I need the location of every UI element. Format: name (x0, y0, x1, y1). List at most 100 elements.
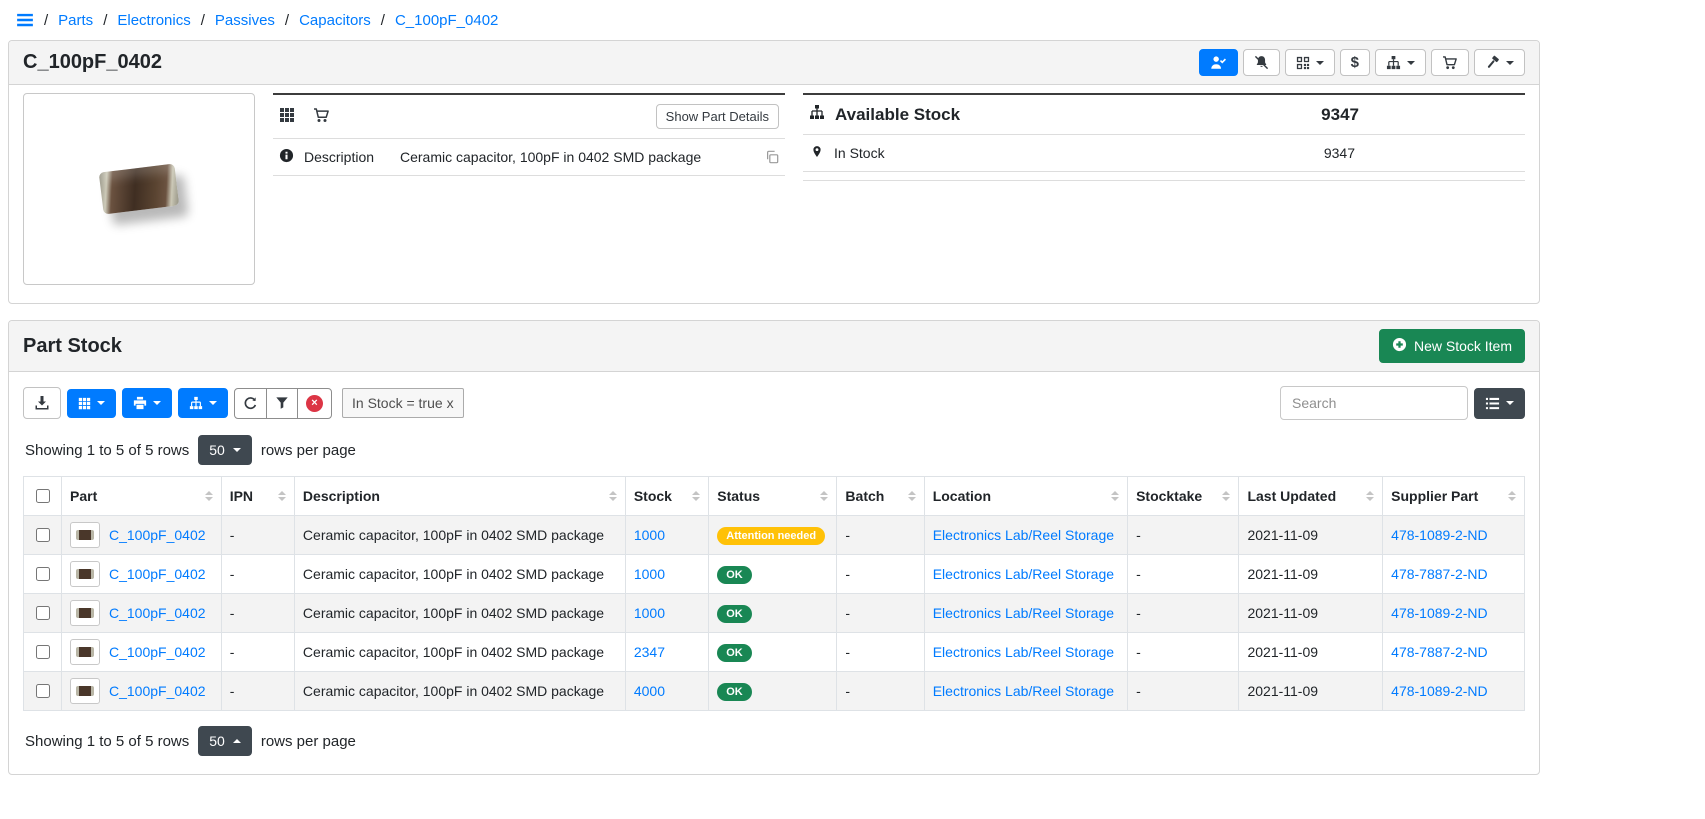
stock-options-dropdown-button[interactable] (178, 388, 228, 418)
row-checkbox[interactable] (36, 684, 50, 698)
filter-tag-remove[interactable]: x (447, 395, 454, 411)
supplier-part-link[interactable]: 478-7887-2-ND (1391, 566, 1488, 582)
breadcrumb-link-parts[interactable]: Parts (58, 12, 93, 29)
chevron-down-icon (233, 448, 241, 452)
sort-icon (609, 491, 617, 501)
barcode-actions-button[interactable] (1285, 49, 1335, 76)
stock-link[interactable]: 1000 (634, 566, 665, 582)
bell-slash-icon (1254, 55, 1269, 70)
pagination-summary: Showing 1 to 5 of 5 rows (25, 442, 189, 459)
location-link[interactable]: Electronics Lab/Reel Storage (933, 683, 1114, 699)
sort-icon (1508, 491, 1516, 501)
print-dropdown-button[interactable] (122, 388, 172, 418)
part-image[interactable] (23, 93, 255, 285)
stock-link[interactable]: 1000 (634, 605, 665, 621)
filter-button[interactable] (266, 388, 298, 419)
row-checkbox[interactable] (36, 567, 50, 581)
page-size-value: 50 (209, 442, 225, 458)
unsubscribe-button[interactable] (1243, 49, 1280, 76)
column-header-description[interactable]: Description (294, 477, 625, 516)
breadcrumb-link-passives[interactable]: Passives (215, 12, 275, 29)
part-link[interactable]: C_100pF_0402 (109, 683, 206, 699)
batch-cell: - (837, 672, 924, 711)
remove-filters-button[interactable]: × (297, 388, 332, 419)
show-part-details-button[interactable]: Show Part Details (656, 104, 779, 129)
breadcrumb-link-capacitors[interactable]: Capacitors (299, 12, 371, 29)
supplier-part-link[interactable]: 478-1089-2-ND (1391, 683, 1488, 699)
supplier-part-link[interactable]: 478-7887-2-ND (1391, 644, 1488, 660)
stock-panel-divider (803, 172, 1525, 181)
row-checkbox[interactable] (36, 645, 50, 659)
chevron-down-icon (1506, 61, 1514, 65)
stock-link[interactable]: 4000 (634, 683, 665, 699)
menu-icon[interactable] (16, 11, 34, 29)
supplier-part-link[interactable]: 478-1089-2-ND (1391, 527, 1488, 543)
chevron-down-icon (153, 401, 161, 405)
order-part-button[interactable] (1431, 49, 1469, 76)
batch-cell: - (837, 633, 924, 672)
view-options-dropdown-button[interactable] (1474, 388, 1525, 419)
table-row: C_100pF_0402 - Ceramic capacitor, 100pF … (24, 672, 1525, 711)
last-updated-cell: 2021-11-09 (1239, 555, 1383, 594)
part-link[interactable]: C_100pF_0402 (109, 605, 206, 621)
download-button[interactable] (23, 387, 61, 419)
description-cell: Ceramic capacitor, 100pF in 0402 SMD pac… (294, 633, 625, 672)
row-checkbox[interactable] (36, 528, 50, 542)
user-check-icon (1210, 55, 1227, 70)
filter-icon (275, 396, 289, 410)
location-link[interactable]: Electronics Lab/Reel Storage (933, 605, 1114, 621)
page: / Parts / Electronics / Passives / Capac… (0, 0, 1548, 811)
batch-cell: - (837, 555, 924, 594)
search-input[interactable] (1280, 386, 1468, 420)
location-link[interactable]: Electronics Lab/Reel Storage (933, 566, 1114, 582)
location-link[interactable]: Electronics Lab/Reel Storage (933, 644, 1114, 660)
part-link[interactable]: C_100pF_0402 (109, 527, 206, 543)
part-detail-body: Show Part Details Description Ceramic ca… (9, 85, 1539, 303)
part-thumbnail (70, 561, 100, 587)
breadcrumb-separator: / (285, 12, 289, 29)
stock-actions-button[interactable] (1375, 49, 1426, 76)
page-size-dropdown[interactable]: 50 (198, 435, 252, 465)
column-header-ipn[interactable]: IPN (221, 477, 294, 516)
row-checkbox[interactable] (36, 606, 50, 620)
page-size-dropdown[interactable]: 50 (198, 726, 252, 756)
page-size-value: 50 (209, 733, 225, 749)
copy-icon[interactable] (765, 150, 779, 164)
sitemap-icon (189, 396, 203, 410)
column-header-stocktake[interactable]: Stocktake (1128, 477, 1239, 516)
page-title: C_100pF_0402 (23, 51, 162, 74)
columns-dropdown-button[interactable] (67, 389, 116, 418)
supplier-part-link[interactable]: 478-1089-2-ND (1391, 605, 1488, 621)
breadcrumb-link-current-part[interactable]: C_100pF_0402 (395, 12, 498, 29)
batch-cell: - (837, 594, 924, 633)
part-link[interactable]: C_100pF_0402 (109, 644, 206, 660)
select-all-checkbox[interactable] (36, 489, 50, 503)
part-link[interactable]: C_100pF_0402 (109, 566, 206, 582)
new-stock-item-button[interactable]: New Stock Item (1379, 329, 1525, 363)
column-header-supplier-part[interactable]: Supplier Part (1383, 477, 1525, 516)
refresh-button[interactable] (234, 388, 267, 419)
stock-link[interactable]: 1000 (634, 527, 665, 543)
part-stock-title: Part Stock (23, 335, 122, 358)
pagination-bottom: Showing 1 to 5 of 5 rows 50 rows per pag… (25, 726, 1523, 756)
status-badge: OK (717, 683, 752, 701)
sort-icon (908, 491, 916, 501)
filter-button-group: × (234, 388, 332, 419)
part-details-header: Show Part Details (273, 95, 785, 139)
subscribe-button[interactable] (1199, 49, 1238, 76)
pricing-button[interactable]: $ (1340, 49, 1370, 76)
column-header-last-updated[interactable]: Last Updated (1239, 477, 1383, 516)
column-header-location[interactable]: Location (924, 477, 1127, 516)
cart-icon (313, 108, 330, 126)
column-header-batch[interactable]: Batch (837, 477, 924, 516)
qrcode-icon (1296, 56, 1310, 70)
refresh-icon (243, 396, 258, 411)
column-header-status[interactable]: Status (709, 477, 837, 516)
column-header-stock[interactable]: Stock (625, 477, 708, 516)
part-options-button[interactable] (1474, 49, 1525, 76)
location-link[interactable]: Electronics Lab/Reel Storage (933, 527, 1114, 543)
stock-link[interactable]: 2347 (634, 644, 665, 660)
column-header-part[interactable]: Part (62, 477, 222, 516)
breadcrumb-link-electronics[interactable]: Electronics (117, 12, 190, 29)
filter-tag[interactable]: In Stock = true x (342, 388, 464, 418)
